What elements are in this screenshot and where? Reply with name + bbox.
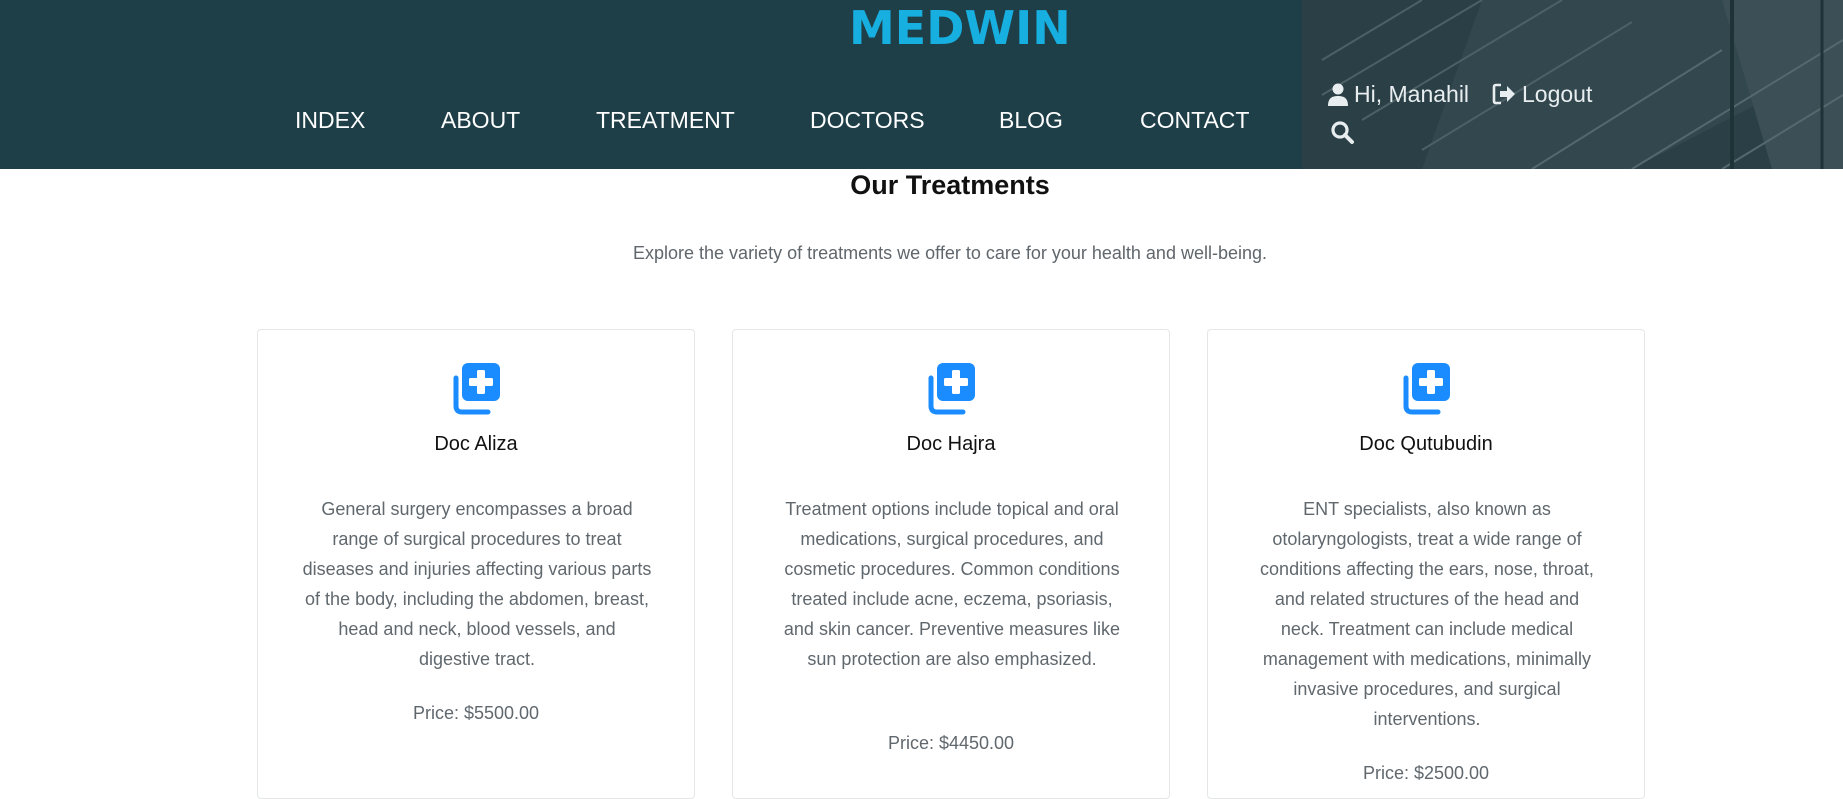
- card-price: Price: $4450.00: [887, 733, 1015, 753]
- treatment-card: Doc Hajra Treatment options include topi…: [732, 329, 1170, 799]
- card-title: Doc Hajra: [906, 433, 996, 455]
- nav-blog[interactable]: BLOG: [999, 104, 1063, 136]
- search-icon: [1331, 121, 1354, 144]
- card-price: Price: $2500.00: [1362, 763, 1490, 783]
- logout-label: Logout: [1522, 81, 1593, 107]
- site-logo[interactable]: MEDWIN: [849, 0, 1071, 56]
- user-greeting-link[interactable]: Hi, Manahil: [1328, 78, 1469, 110]
- card-title: Doc Qutubudin: [1359, 433, 1493, 455]
- section-subtitle: Explore the variety of treatments we off…: [633, 243, 1267, 263]
- section-title: Our Treatments: [850, 170, 1050, 200]
- nav-doctors[interactable]: DOCTORS: [810, 104, 925, 136]
- nav-about[interactable]: ABOUT: [441, 104, 520, 136]
- user-greeting: Hi, Manahil: [1354, 81, 1470, 107]
- card-price: Price: $5500.00: [412, 703, 540, 723]
- search-button[interactable]: [1330, 120, 1356, 146]
- card-description: General surgery encompasses a broad rang…: [302, 499, 652, 669]
- nav-contact[interactable]: CONTACT: [1140, 104, 1249, 136]
- user-icon: [1328, 83, 1348, 106]
- medical-files-icon: [928, 363, 975, 415]
- logout-link[interactable]: Logout: [1492, 78, 1592, 110]
- nav-index[interactable]: INDEX: [295, 104, 365, 136]
- medical-files-icon: [453, 363, 500, 415]
- card-description: Treatment options include topical and or…: [783, 499, 1121, 669]
- treatment-card: Doc Qutubudin ENT specialists, also know…: [1207, 329, 1645, 799]
- card-title: Doc Aliza: [434, 433, 518, 455]
- site-header: MEDWIN INDEX ABOUT TREATMENT DOCTORS BLO…: [0, 0, 1843, 169]
- nav-treatment[interactable]: TREATMENT: [596, 104, 735, 136]
- treatment-card: Doc Aliza General surgery encompasses a …: [257, 329, 695, 799]
- card-description: ENT specialists, also known as otolaryng…: [1260, 499, 1594, 729]
- medical-files-icon: [1403, 363, 1450, 415]
- sign-out-icon: [1492, 83, 1515, 105]
